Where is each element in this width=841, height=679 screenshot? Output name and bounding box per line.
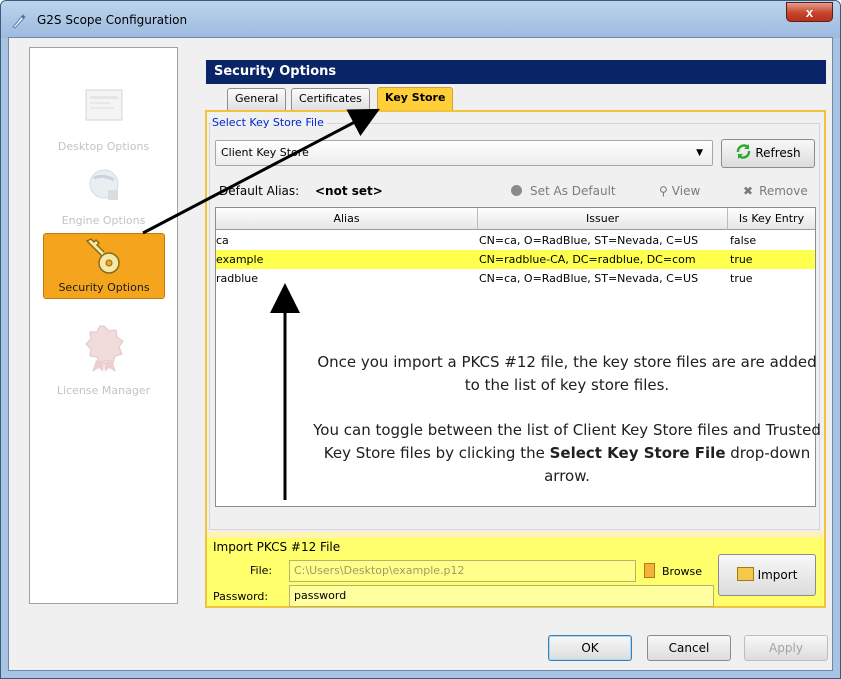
annotation-arrows [142,108,380,500]
arrow-to-key-store-tab [142,108,380,235]
